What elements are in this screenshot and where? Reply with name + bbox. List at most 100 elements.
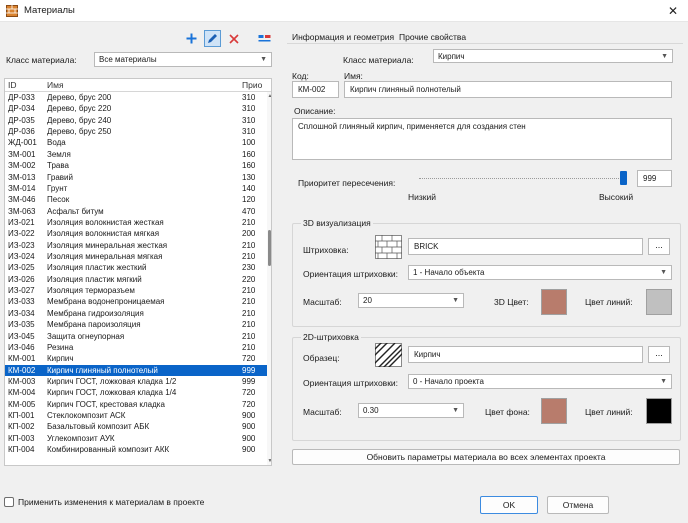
close-icon[interactable]: ✕	[664, 3, 682, 19]
table-row[interactable]: КМ-004 Кирпич ГОСТ, ложковая кладка 1/4 72…	[5, 387, 267, 398]
cell-name: Дерево, брус 220	[47, 104, 112, 114]
prop-class-select[interactable]: Кирпич ▼	[433, 49, 673, 63]
table-row[interactable]: ЗМ-001 Земля 160	[5, 149, 267, 160]
cell-priority: 310	[242, 93, 256, 102]
table-row[interactable]: КМ-005 Кирпич ГОСТ, крестовая кладка 720	[5, 399, 267, 410]
priority-input[interactable]: 999	[637, 170, 672, 187]
table-row[interactable]: ИЗ-035 Мембрана пароизоляция 210	[5, 319, 267, 330]
table-row[interactable]: КП-004 Комбинированный композит АКК 900	[5, 444, 267, 455]
table-row[interactable]: ЗМ-002 Трава 160	[5, 160, 267, 171]
scrollbar-thumb[interactable]	[268, 230, 271, 266]
tab-other-properties[interactable]: Прочие свойства	[397, 32, 468, 42]
cell-id: ИЗ-033	[8, 297, 35, 307]
prop-class-value: Кирпич	[438, 52, 465, 61]
table-row[interactable]: ИЗ-021 Изоляция волокнистая жесткая 210	[5, 217, 267, 228]
hatch2d-browse-button[interactable]: ...	[648, 346, 670, 363]
hatch2d-scale-select[interactable]: 0.30 ▼	[358, 403, 464, 418]
viz3d-line-color-label: Цвет линий:	[585, 297, 633, 307]
add-material-button[interactable]	[183, 30, 200, 47]
title-bar	[0, 0, 688, 22]
delete-material-button[interactable]	[225, 30, 242, 47]
table-row[interactable]: ИЗ-022 Изоляция волокнистая мягкая 200	[5, 228, 267, 239]
cell-priority: 210	[242, 286, 256, 296]
table-row[interactable]: ИЗ-045 Защита огнеупорная 210	[5, 331, 267, 342]
column-header-id[interactable]: ID	[8, 80, 17, 90]
cell-priority: 220	[242, 274, 256, 284]
hatch2d-bg-color-swatch[interactable]	[541, 398, 567, 424]
cell-name: Кирпич глиняный полнотелый	[47, 365, 158, 375]
table-row[interactable]: ИЗ-026 Изоляция пластик мягкий 220	[5, 274, 267, 285]
column-header-name[interactable]: Имя	[47, 80, 64, 90]
cell-id: ИЗ-045	[8, 331, 35, 341]
table-header: ID Имя Прио	[5, 79, 271, 92]
cell-priority: 900	[242, 433, 256, 443]
table-row[interactable]: КМ-003 Кирпич ГОСТ, ложковая кладка 1/2 99…	[5, 376, 267, 387]
name-field[interactable]: Кирпич глиняный полнотелый	[344, 81, 672, 98]
hatch2d-orient-select[interactable]: 0 - Начало проекта ▼	[408, 374, 672, 389]
table-row[interactable]: КМ-001 Кирпич 720	[5, 353, 267, 364]
update-materials-button[interactable]: Обновить параметры материала во всех эле…	[292, 449, 680, 465]
cell-priority: 900	[242, 422, 256, 432]
viz3d-title: 3D визуализация	[301, 218, 373, 228]
table-row[interactable]: ИЗ-024 Изоляция минеральная мягкая 210	[5, 251, 267, 262]
priority-slider-thumb[interactable]	[620, 171, 627, 185]
tab-info-geometry[interactable]: Информация и геометрия	[290, 32, 397, 43]
table-row[interactable]: ЗМ-046 Песок 120	[5, 194, 267, 205]
priority-slider-track[interactable]	[419, 178, 627, 179]
viz3d-browse-button[interactable]: ...	[648, 238, 670, 255]
chevron-down-icon: ▼	[661, 53, 668, 60]
extra-tool-button[interactable]	[256, 30, 273, 47]
viz3d-color-swatch[interactable]	[541, 289, 567, 315]
apply-changes-checkbox[interactable]	[4, 497, 14, 507]
table-row[interactable]: ЗМ-063 Асфальт битум 470	[5, 206, 267, 217]
table-row[interactable]: КП-003 Углекомпозит АУК 900	[5, 433, 267, 444]
cell-name: Земля	[47, 149, 71, 159]
table-row[interactable]: ДР-035 Дерево, брус 240 310	[5, 115, 267, 126]
table-row[interactable]: КП-002 Базальтовый композит АБК 900	[5, 421, 267, 432]
table-row[interactable]: ИЗ-023 Изоляция минеральная жесткая 210	[5, 240, 267, 251]
cell-id: ЗМ-013	[8, 172, 36, 182]
table-row[interactable]: ИЗ-034 Мембрана гидроизоляция 210	[5, 308, 267, 319]
hatch2d-line-color-swatch[interactable]	[646, 398, 672, 424]
description-textarea[interactable]: Сплошной глиняный кирпич, применяется дл…	[292, 118, 672, 160]
edit-material-button[interactable]	[204, 30, 221, 47]
cell-id: ИЗ-023	[8, 240, 35, 250]
table-row[interactable]: ЖД-001 Вода 100	[5, 137, 267, 148]
cell-id: КМ-001	[8, 354, 36, 364]
cell-name: Мембрана водонепроницаемая	[47, 297, 165, 307]
table-row[interactable]: КМ-002 Кирпич глиняный полнотелый 999	[5, 364, 267, 376]
cell-name: Защита огнеупорная	[47, 331, 125, 341]
table-row[interactable]: ЗМ-013 Гравий 130	[5, 172, 267, 183]
table-row[interactable]: ИЗ-027 Изоляция терморазъем 210	[5, 285, 267, 296]
cell-name: Кирпич ГОСТ, крестовая кладка	[47, 399, 165, 409]
table-row[interactable]: ИЗ-033 Мембрана водонепроницаемая 210	[5, 296, 267, 307]
hatch2d-sample-field[interactable]: Кирпич	[408, 346, 643, 363]
table-row[interactable]: ДР-036 Дерево, брус 250 310	[5, 126, 267, 137]
ok-button[interactable]: OK	[480, 496, 538, 514]
table-row[interactable]: ДР-034 Дерево, брус 220 310	[5, 103, 267, 114]
table-row[interactable]: ИЗ-046 Резина 210	[5, 342, 267, 353]
material-class-value: Все материалы	[99, 55, 157, 64]
table-row[interactable]: ИЗ-025 Изоляция пластик жесткий 230	[5, 262, 267, 273]
column-header-priority[interactable]: Прио	[242, 80, 262, 90]
material-class-select[interactable]: Все материалы ▼	[94, 52, 272, 67]
viz3d-hatch-field[interactable]: BRICK	[408, 238, 643, 255]
table-row[interactable]: ДР-033 Дерево, брус 200 310	[5, 92, 267, 103]
scroll-up-icon[interactable]: ▲	[267, 93, 271, 99]
table-scrollbar[interactable]: ▲ ▼	[267, 92, 271, 465]
table-row[interactable]: КП-001 Стеклокомпозит АСК 900	[5, 410, 267, 421]
viz3d-orient-select[interactable]: 1 - Начало объекта ▼	[408, 265, 672, 280]
cell-priority: 120	[242, 195, 256, 205]
code-field[interactable]: КМ-002	[292, 81, 339, 98]
cancel-button[interactable]: Отмена	[547, 496, 609, 514]
cell-name: Изоляция волокнистая жесткая	[47, 217, 164, 227]
viz3d-line-color-swatch[interactable]	[646, 289, 672, 315]
priority-high-label: Высокий	[599, 192, 634, 202]
cell-name: Углекомпозит АУК	[47, 433, 115, 443]
scroll-down-icon[interactable]: ▼	[267, 458, 271, 464]
table-row[interactable]: ЗМ-014 Грунт 140	[5, 183, 267, 194]
cell-priority: 310	[242, 104, 256, 114]
apply-changes-label: Применить изменения к материалам в проек…	[18, 497, 205, 507]
cell-id: КП-004	[8, 445, 35, 455]
viz3d-scale-select[interactable]: 20 ▼	[358, 293, 464, 308]
